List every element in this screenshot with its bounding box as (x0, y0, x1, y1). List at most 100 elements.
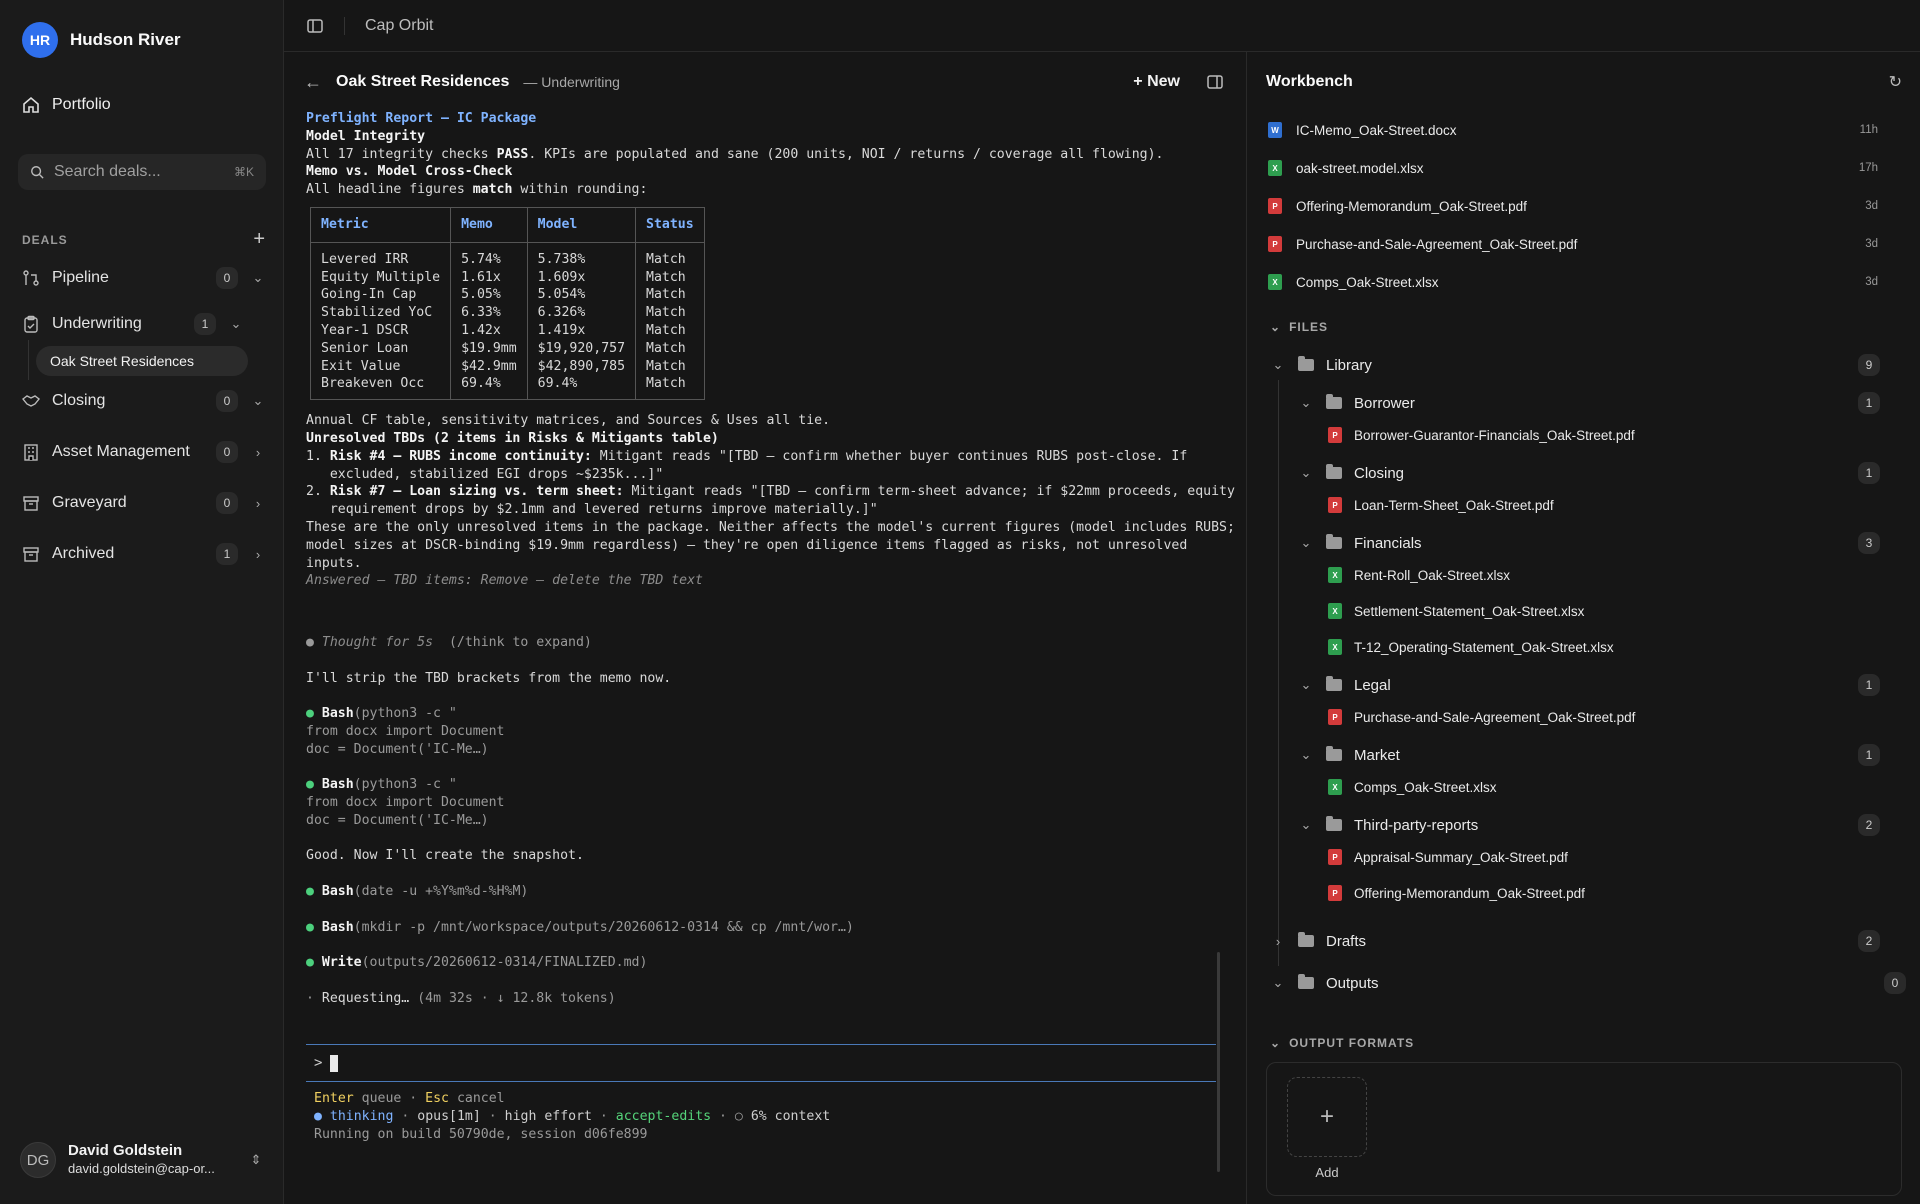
org-switcher[interactable]: HR Hudson River (22, 22, 181, 58)
chevron-down-icon: ⌄ (1300, 817, 1312, 832)
user-name: David Goldstein (68, 1142, 183, 1159)
search-shortcut: ⌘K (233, 165, 254, 179)
folder-name: Legal (1354, 676, 1391, 694)
chevron-right-icon[interactable]: › (250, 547, 266, 562)
stage-underwriting[interactable]: Underwriting 1 ⌄ (22, 308, 266, 340)
topbar: Cap Orbit (284, 0, 1920, 52)
panel-toggle-icon[interactable] (1206, 73, 1224, 91)
search-input[interactable] (53, 163, 224, 181)
recent-file[interactable]: P Purchase-and-Sale-Agreement_Oak-Street.… (1268, 232, 1878, 256)
text: queue · (353, 1091, 426, 1106)
thinking-dot-icon: ● (314, 1108, 322, 1124)
table-cell: 6.326% (526, 304, 637, 322)
folder-market[interactable]: ⌄ Market 1 (1298, 742, 1880, 768)
requesting-label: Requesting… (321, 990, 410, 1006)
thought-line[interactable]: ● Thought for 5s (/think to expand) (306, 634, 1236, 652)
folder-financials[interactable]: ⌄ Financials 3 (1298, 530, 1880, 556)
folder-closing[interactable]: ⌄ Closing 1 (1298, 460, 1880, 486)
back-arrow-icon[interactable]: ← (304, 72, 322, 93)
requesting-meta: (4m 32s · ↓ 12.8k tokens) (417, 990, 616, 1006)
file-age: 17h (1858, 162, 1878, 174)
file-age: 11h (1859, 124, 1878, 136)
nav-portfolio[interactable]: Portfolio (22, 96, 111, 114)
workbench-title: Workbench (1266, 73, 1353, 90)
stage-pipeline[interactable]: Pipeline 0 ⌄ (22, 262, 266, 294)
stage-label: Archived (52, 545, 115, 562)
file-name: Borrower-Guarantor-Financials_Oak-Street… (1354, 427, 1635, 443)
text: All headline figures (306, 182, 473, 198)
chat-header: ← Oak Street Residences — Underwriting +… (304, 68, 1224, 96)
status-dot-icon: ● (306, 955, 322, 971)
search-icon (31, 166, 44, 179)
recent-file[interactable]: P Offering-Memorandum_Oak-Street.pdf 3d (1268, 194, 1878, 218)
chevron-down-icon[interactable]: ⌄ (228, 316, 244, 332)
sidebar: HR Hudson River Portfolio ⌘K DEALS + Pip… (0, 0, 284, 1204)
folder-drafts[interactable]: › Drafts 2 (1270, 928, 1880, 954)
stage-closing[interactable]: Closing 0 ⌄ (22, 385, 266, 417)
text: All 17 integrity checks (306, 146, 497, 162)
tool-call[interactable]: ● Bash(python3 -c " from docx import Doc… (306, 776, 1236, 829)
stage-asset-management[interactable]: Asset Management 0 › (22, 436, 266, 468)
file-item[interactable]: P Loan-Term-Sheet_Oak-Street.pdf (1328, 494, 1554, 516)
table-cell: Equity Multiple (309, 268, 452, 287)
add-format-button[interactable]: + (1287, 1077, 1367, 1157)
file-item[interactable]: X Rent-Roll_Oak-Street.xlsx (1328, 564, 1510, 586)
file-item[interactable]: X Settlement-Statement_Oak-Street.xlsx (1328, 600, 1584, 622)
stage-graveyard[interactable]: Graveyard 0 › (22, 487, 266, 519)
assistant-message: Good. Now I'll create the snapshot. (306, 848, 584, 864)
recent-file[interactable]: Xoak-street.model.xlsx 17h (1268, 156, 1878, 180)
folder-library[interactable]: ⌄ Library 9 (1270, 352, 1880, 378)
sidebar-toggle-icon[interactable] (306, 17, 324, 35)
recent-file[interactable]: W IC-Memo_Oak-Street.docx 11h (1268, 118, 1878, 142)
file-item[interactable]: P Borrower-Guarantor-Financials_Oak-Stree… (1328, 424, 1635, 446)
search-box[interactable]: ⌘K (18, 154, 266, 190)
chevron-down-icon[interactable]: ⌄ (250, 270, 266, 286)
table-cell: Levered IRR (309, 242, 452, 269)
folder-outputs[interactable]: ⌄ Outputs 0 (1270, 970, 1906, 996)
pdf-file-icon: P (1268, 198, 1282, 214)
new-chat-button[interactable]: + New (1133, 73, 1180, 91)
output-formats-heading[interactable]: ⌄ OUTPUT FORMATS (1270, 1036, 1414, 1050)
chevron-updown-icon[interactable]: ⇕ (248, 1152, 264, 1168)
stage-count: 0 (216, 441, 238, 463)
pdf-file-icon: P (1328, 427, 1342, 443)
file-item[interactable]: P Appraisal-Summary_Oak-Street.pdf (1328, 846, 1568, 868)
stage-archived[interactable]: Archived 1 › (22, 538, 266, 570)
refresh-icon[interactable]: ↻ (1889, 72, 1902, 92)
table-row: Breakeven Occ 69.4% 69.4% Match (309, 375, 705, 401)
file-name: Rent-Roll_Oak-Street.xlsx (1354, 567, 1511, 583)
user-menu[interactable]: DG David Goldstein david.goldstein@cap-o… (20, 1142, 264, 1178)
prompt-input[interactable]: > (306, 1044, 1216, 1082)
files-section-heading[interactable]: ⌄ FILES (1270, 320, 1328, 334)
tool-name: Bash (321, 706, 354, 722)
chevron-down-icon[interactable]: ⌄ (250, 393, 266, 409)
stage-label: Underwriting (52, 315, 142, 332)
recent-file[interactable]: X Comps_Oak-Street.xlsx 3d (1268, 270, 1878, 294)
add-deal-button[interactable]: + (253, 228, 266, 251)
tool-call[interactable]: ● Write(outputs/20260612-0314/FINALIZED.… (306, 954, 1236, 972)
file-item[interactable]: X T-12_Operating-Statement_Oak-Street.xls… (1328, 636, 1614, 658)
file-item[interactable]: P Offering-Memorandum_Oak-Street.pdf (1328, 882, 1585, 904)
folder-name: Third-party-reports (1354, 816, 1479, 834)
table-cell: 5.74% (450, 242, 528, 269)
table-cell: Match (635, 357, 705, 376)
tool-call[interactable]: ● Bash(mkdir -p /mnt/workspace/outputs/2… (306, 919, 1236, 937)
status-footer: Enter queue · Esc cancel ● thinking · op… (314, 1091, 831, 1142)
org-avatar: HR (22, 22, 58, 58)
chevron-down-icon: ⌄ (1272, 357, 1284, 372)
report-title: Preflight Report — IC Package (306, 111, 537, 126)
chevron-right-icon[interactable]: › (250, 445, 266, 460)
scrollbar[interactable] (1217, 952, 1220, 1172)
chevron-right-icon[interactable]: › (250, 496, 266, 511)
tool-call[interactable]: ● Bash(python3 -c " from docx import Doc… (306, 705, 1236, 758)
table-row: Stabilized YoC 6.33% 6.326% Match (309, 304, 705, 322)
file-item[interactable]: X Comps_Oak-Street.xlsx (1328, 776, 1497, 798)
folder-legal[interactable]: ⌄ Legal 1 (1298, 672, 1880, 698)
folder-borrower[interactable]: ⌄ Borrower 1 (1298, 390, 1880, 416)
deal-oak-street[interactable]: Oak Street Residences (36, 346, 248, 376)
tool-call[interactable]: ● Bash(date -u +%Y%m%d-%H%M) (306, 883, 1236, 901)
file-item[interactable]: P Purchase-and-Sale-Agreement_Oak-Street.… (1328, 706, 1635, 728)
table-cell: 5.05% (450, 286, 528, 305)
folder-third-party-reports[interactable]: ⌄ Third-party-reports 2 (1298, 812, 1880, 838)
folder-count: 9 (1858, 354, 1880, 376)
